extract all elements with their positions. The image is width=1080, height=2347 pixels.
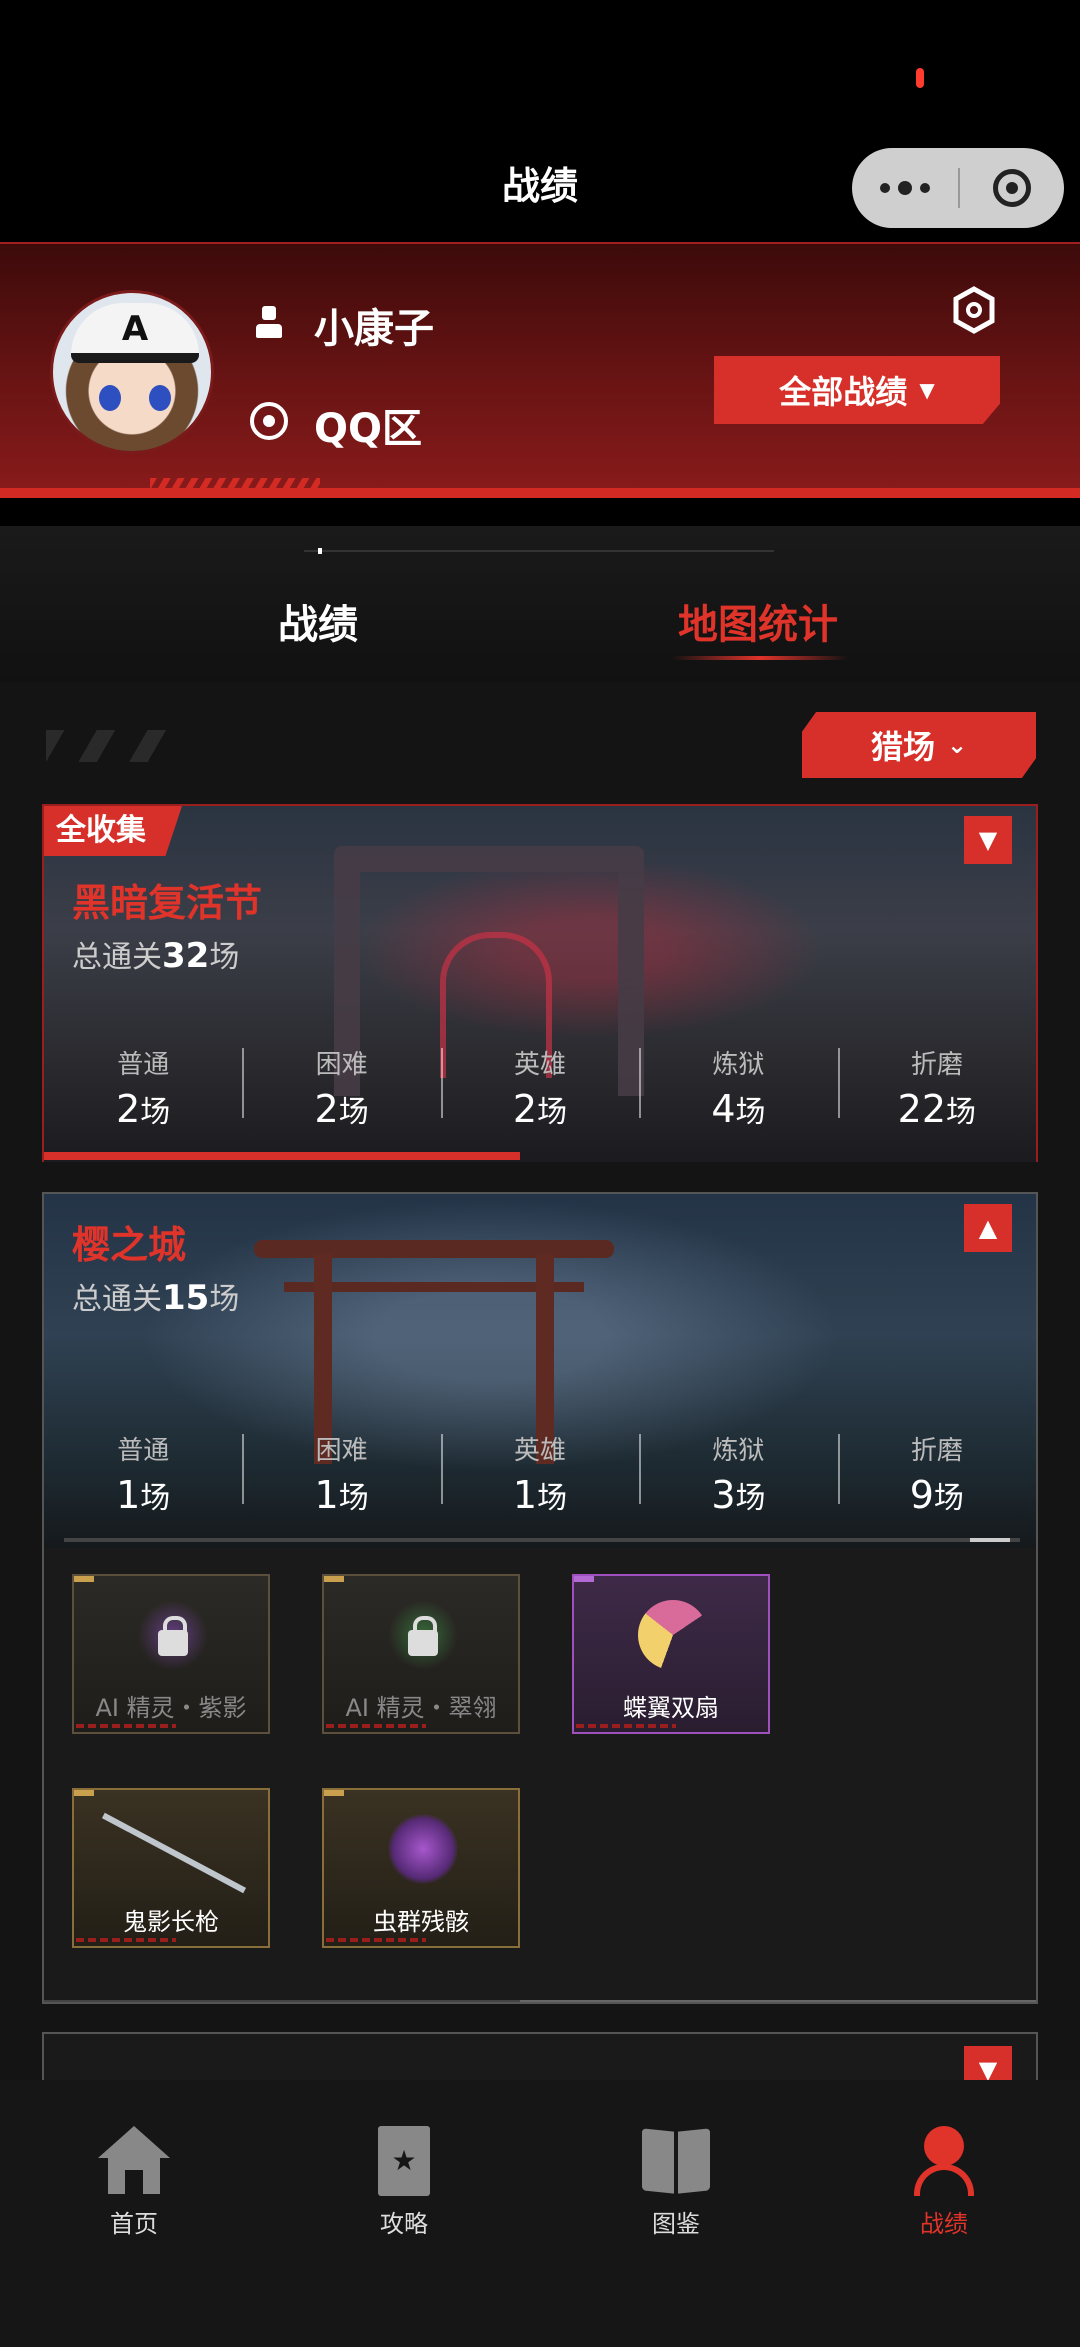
all-records-label: 全部战绩 <box>779 373 908 411</box>
active-tab-underline <box>672 656 848 660</box>
map-card[interactable]: 全收集 黑暗复活节 总通关32场 ▼ 普通 2场 困难 2场 英雄 2场 炼狱 4场 折… <box>42 804 1038 1162</box>
all-records-dropdown[interactable]: 全部战绩 ▼ <box>714 356 1000 424</box>
tab-records[interactable]: 战绩 <box>278 592 358 650</box>
tab-bar-top: 战绩 地图统计 <box>0 526 1080 682</box>
tab-home[interactable]: 首页 <box>64 2126 204 2239</box>
tab-map-stats[interactable]: 地图统计 <box>678 592 838 650</box>
spear-icon <box>101 1812 247 1894</box>
map-total-clears: 总通关32场 <box>72 936 240 976</box>
avatar[interactable]: A <box>50 290 214 454</box>
username: 小康子 <box>314 306 434 352</box>
map-name: 黑暗复活节 <box>72 881 263 925</box>
bottom-tab-bar: 首页 ★ 攻略 图鉴 战绩 <box>0 2080 1080 2347</box>
fan-icon <box>638 1600 708 1670</box>
tab-label: 图鉴 <box>652 2210 700 2238</box>
stat-torment: 折磨 22场 <box>837 1044 1036 1140</box>
collectible-item[interactable]: 虫群残骸 <box>322 1788 520 1948</box>
region-icon <box>250 402 288 440</box>
user-icon <box>254 306 284 340</box>
status-bar <box>0 0 1080 130</box>
card-footer-stripe <box>44 1152 1036 1160</box>
tab-label: 攻略 <box>380 2210 428 2238</box>
home-icon <box>98 2126 170 2198</box>
item-label: 鬼影长枪 <box>123 1908 219 1936</box>
stats-scrollbar[interactable] <box>64 1538 1020 1542</box>
record-icon <box>908 2126 980 2198</box>
avatar-cap: A <box>71 303 199 363</box>
chevron-down-icon: ⌄ <box>946 731 968 759</box>
collectible-item[interactable]: AI 精灵・翠翎 <box>322 1574 520 1734</box>
item-label: AI 精灵・翠翎 <box>345 1694 497 1722</box>
collectible-item[interactable]: AI 精灵・紫影 <box>72 1574 270 1734</box>
avatar-eye <box>99 385 121 411</box>
stat-inferno: 炼狱 4场 <box>639 1044 837 1140</box>
map-total-clears: 总通关15场 <box>72 1278 240 1318</box>
expand-toggle-icon[interactable]: ▼ <box>964 816 1012 864</box>
map-name: 樱之城 <box>72 1223 187 1267</box>
profile-header: A 小康子 QQ区 全部战绩 ▼ <box>0 242 1080 498</box>
recording-indicator <box>916 68 924 88</box>
tab-progress-line <box>304 548 774 554</box>
avatar-eye <box>149 385 171 411</box>
map-stats-content: 猎场 ⌄ 全收集 黑暗复活节 总通关32场 ▼ 普通 2场 困难 2场 英雄 2场 炼… <box>0 682 1080 2080</box>
stat-inferno: 炼狱 3场 <box>639 1430 837 1526</box>
guide-icon: ★ <box>368 2126 440 2198</box>
swarm-remains-icon <box>388 1814 458 1884</box>
header-stripe <box>0 488 1080 498</box>
expand-toggle-icon[interactable]: ▼ <box>964 2046 1012 2080</box>
stat-hard: 困难 1场 <box>242 1430 440 1526</box>
stat-normal: 普通 1场 <box>116 1436 171 1517</box>
full-collection-badge: 全收集 <box>44 806 182 856</box>
tab-records-bottom[interactable]: 战绩 <box>874 2126 1014 2239</box>
collectible-item[interactable]: 鬼影长枪 <box>72 1788 270 1948</box>
card-footer-line <box>44 2000 1036 2002</box>
header-hatch-decoration <box>150 478 320 488</box>
mini-program-capsule <box>852 148 1064 228</box>
caret-down-icon: ▼ <box>919 378 935 402</box>
stat-torment: 折磨 9场 <box>837 1430 1036 1526</box>
lock-icon <box>158 1616 188 1656</box>
difficulty-stats: 普通 2场 困难 2场 英雄 2场 炼狱 4场 折磨 22场 <box>44 1044 1036 1140</box>
tab-label: 战绩 <box>920 2210 968 2238</box>
tab-guide[interactable]: ★ 攻略 <box>334 2126 474 2239</box>
tab-label: 首页 <box>110 2210 158 2238</box>
difficulty-stats: 普通 1场 困难 1场 英雄 1场 炼狱 3场 折磨 9场 <box>44 1430 1036 1526</box>
torii-art <box>254 1240 614 1258</box>
mode-filter-label: 猎场 <box>870 728 935 766</box>
collectible-item[interactable]: 蝶翼双扇 <box>572 1574 770 1734</box>
mode-filter-dropdown[interactable]: 猎场 ⌄ <box>802 712 1036 778</box>
decorative-slashes <box>46 730 180 762</box>
item-label: 虫群残骸 <box>373 1908 469 1936</box>
stat-hero: 英雄 1场 <box>440 1430 639 1526</box>
map-card[interactable]: ▼ <box>42 2032 1038 2080</box>
map-card[interactable]: 樱之城 总通关15场 ▲ 普通 1场 困难 1场 英雄 1场 炼狱 3场 折磨 9场 AI… <box>42 1192 1038 2004</box>
settings-hex-icon[interactable] <box>952 286 996 334</box>
item-label: 蝶翼双扇 <box>623 1694 719 1722</box>
collapse-toggle-icon[interactable]: ▲ <box>964 1204 1012 1252</box>
stat-hard: 困难 2场 <box>242 1044 440 1140</box>
tab-atlas[interactable]: 图鉴 <box>606 2126 746 2239</box>
more-icon[interactable] <box>852 148 958 228</box>
atlas-icon <box>640 2126 712 2198</box>
item-label: AI 精灵・紫影 <box>95 1694 247 1722</box>
stat-normal: 普通 2场 <box>116 1050 171 1131</box>
close-target-icon[interactable] <box>960 148 1064 228</box>
stat-hero: 英雄 2场 <box>440 1044 639 1140</box>
region-label: QQ区 <box>314 406 423 452</box>
lock-icon <box>408 1616 438 1656</box>
